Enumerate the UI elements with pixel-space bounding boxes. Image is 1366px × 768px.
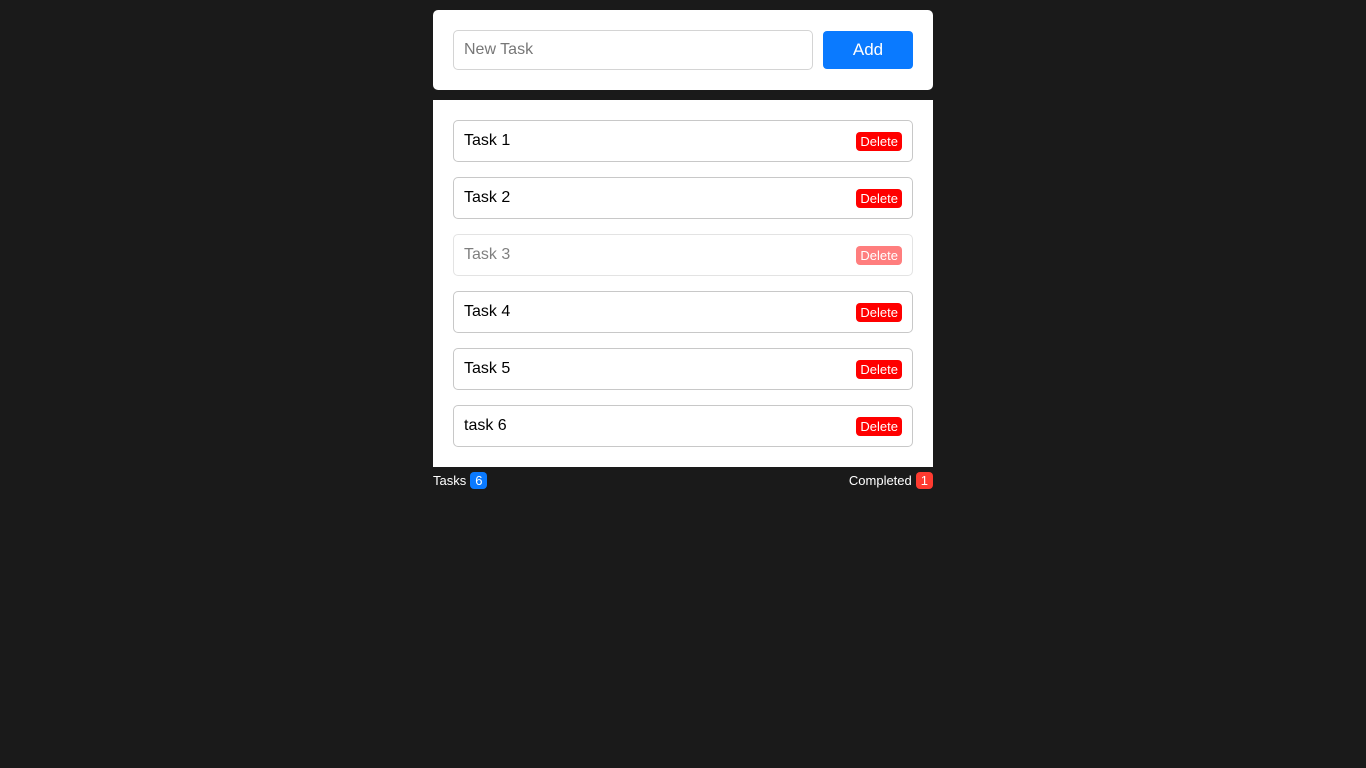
tasks-count-badge: 6: [470, 472, 488, 489]
task-item[interactable]: task 6 Delete: [453, 405, 913, 447]
delete-button[interactable]: Delete: [856, 131, 902, 151]
tasks-label: Tasks: [433, 473, 467, 488]
task-list: Task 1 Delete Task 2 Delete Task 3 Delete Task…: [433, 100, 933, 467]
task-item[interactable]: Task 1 Delete: [453, 120, 913, 162]
task-label: Task 4: [464, 303, 511, 320]
delete-button[interactable]: Delete: [856, 416, 902, 436]
task-label: Task 3: [464, 246, 511, 263]
tasks-summary: Tasks 6: [433, 472, 488, 489]
delete-button[interactable]: Delete: [856, 188, 902, 208]
completed-summary: Completed 1: [849, 472, 933, 489]
new-task-form: Add: [433, 10, 933, 90]
delete-button[interactable]: Delete: [856, 359, 902, 379]
delete-button[interactable]: Delete: [856, 302, 902, 322]
task-label: Task 2: [464, 189, 511, 206]
todo-app: Add Task 1 Delete Task 2 Delete Task 3 Delete…: [433, 10, 933, 489]
task-label: Task 1: [464, 132, 511, 149]
new-task-input[interactable]: [453, 30, 813, 70]
delete-button[interactable]: Delete: [856, 245, 902, 265]
task-label: task 6: [464, 417, 507, 434]
task-item[interactable]: Task 5 Delete: [453, 348, 913, 390]
add-button[interactable]: Add: [823, 31, 913, 69]
footer: Tasks 6 Completed 1: [433, 472, 933, 489]
task-label: Task 5: [464, 360, 511, 377]
completed-count-badge: 1: [915, 472, 933, 489]
task-item[interactable]: Task 2 Delete: [453, 177, 913, 219]
completed-label: Completed: [848, 473, 912, 488]
task-item[interactable]: Task 4 Delete: [453, 291, 913, 333]
task-item[interactable]: Task 3 Delete: [453, 234, 913, 276]
